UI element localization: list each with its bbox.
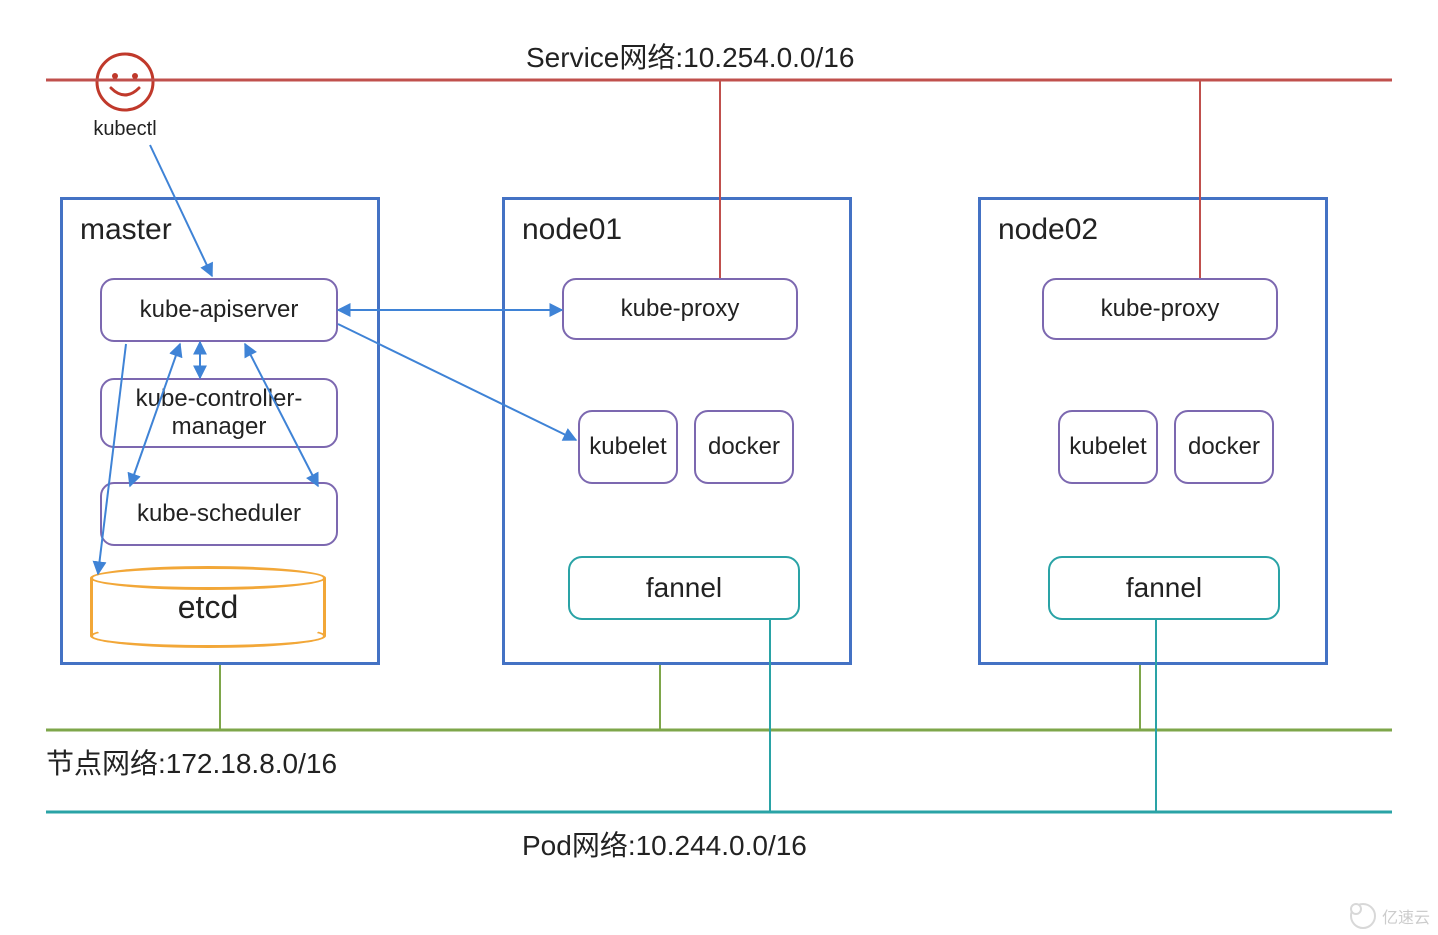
node01-docker-label: docker [708, 433, 780, 461]
node01-fannel-box: fannel [568, 556, 800, 620]
node02-docker-label: docker [1188, 433, 1260, 461]
node01-fannel-label: fannel [646, 572, 722, 604]
node02-kube-proxy-label: kube-proxy [1101, 295, 1220, 323]
kubectl-label: kubectl [93, 118, 156, 140]
watermark: 亿速云 [1350, 903, 1430, 929]
node01-kube-proxy-label: kube-proxy [621, 295, 740, 323]
kube-scheduler-label: kube-scheduler [137, 500, 301, 528]
node01-title: node01 [522, 213, 622, 247]
etcd-label: etcd [178, 589, 238, 626]
node02-docker-box: docker [1174, 410, 1274, 484]
kube-controller-manager-label: kube-controller- manager [136, 385, 303, 440]
etcd-cylinder: etcd [90, 578, 326, 636]
node01-docker-box: docker [694, 410, 794, 484]
node02-kube-proxy-box: kube-proxy [1042, 278, 1278, 340]
kube-scheduler-box: kube-scheduler [100, 482, 338, 546]
kubectl-user-icon: kubectl [80, 50, 170, 141]
pod-network-label: Pod网络:10.244.0.0/16 [522, 824, 807, 864]
node01-kubelet-box: kubelet [578, 410, 678, 484]
node02-fannel-label: fannel [1126, 572, 1202, 604]
kube-apiserver-box: kube-apiserver [100, 278, 338, 342]
node02-kubelet-label: kubelet [1069, 433, 1146, 461]
cloud-icon [1350, 903, 1376, 929]
node01-kubelet-label: kubelet [589, 433, 666, 461]
node02-fannel-box: fannel [1048, 556, 1280, 620]
service-network-label: Service网络:10.254.0.0/16 [526, 36, 854, 76]
watermark-text: 亿速云 [1382, 904, 1430, 928]
node-network-label: 节点网络:172.18.8.0/16 [46, 742, 337, 782]
node01-kube-proxy-box: kube-proxy [562, 278, 798, 340]
kube-controller-manager-box: kube-controller- manager [100, 378, 338, 448]
kube-apiserver-label: kube-apiserver [140, 296, 299, 324]
diagram-canvas: kubectl master kube-apiserver kube-contr… [0, 0, 1438, 935]
master-title: master [80, 213, 172, 247]
node02-title: node02 [998, 213, 1098, 247]
node02-kubelet-box: kubelet [1058, 410, 1158, 484]
